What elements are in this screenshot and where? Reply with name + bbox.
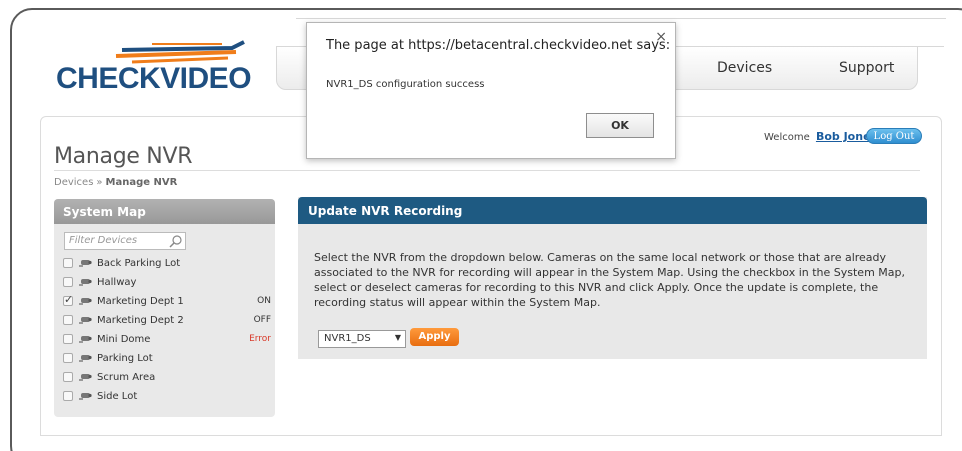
breadcrumb: Devices» Manage NVR bbox=[54, 177, 177, 188]
dialog-title: The page at https://betacentral.checkvid… bbox=[326, 38, 671, 53]
device-checkbox[interactable] bbox=[63, 353, 73, 363]
logo-check-text: CHECK bbox=[56, 62, 161, 95]
filter-devices-input[interactable]: Filter Devices bbox=[64, 232, 186, 250]
alert-dialog: The page at https://betacentral.checkvid… bbox=[306, 22, 676, 159]
nav-devices[interactable]: Devices bbox=[717, 60, 772, 76]
device-checkbox[interactable] bbox=[63, 293, 73, 306]
camera-icon bbox=[79, 355, 92, 362]
device-status: Error bbox=[249, 334, 271, 344]
logo-wordmark: CHECKVIDEO bbox=[56, 62, 252, 96]
nvr-select[interactable]: NVR1_DS ▼ bbox=[318, 330, 406, 348]
ok-button[interactable]: OK bbox=[586, 113, 654, 138]
nvr-select-value: NVR1_DS bbox=[324, 333, 371, 344]
device-name: Side Lot bbox=[97, 391, 138, 402]
device-checkbox[interactable] bbox=[63, 315, 73, 325]
update-nvr-title: Update NVR Recording bbox=[298, 197, 927, 224]
device-name: Marketing Dept 1 bbox=[97, 296, 184, 307]
device-name: Back Parking Lot bbox=[97, 258, 181, 269]
device-checkbox[interactable] bbox=[63, 391, 73, 401]
title-divider bbox=[54, 170, 920, 171]
update-nvr-description: Select the NVR from the dropdown below. … bbox=[314, 251, 905, 309]
device-name: Hallway bbox=[97, 277, 137, 288]
breadcrumb-current: Manage NVR bbox=[105, 177, 178, 188]
device-row[interactable]: Hallway bbox=[63, 275, 273, 294]
device-checkbox[interactable] bbox=[63, 372, 73, 382]
apply-button[interactable]: Apply bbox=[410, 328, 459, 346]
device-checkbox[interactable] bbox=[63, 258, 73, 268]
camera-icon bbox=[79, 317, 92, 324]
welcome-label: Welcome bbox=[764, 132, 810, 143]
system-map-panel: System Map Filter Devices Back Parking L… bbox=[54, 199, 275, 417]
filter-placeholder: Filter Devices bbox=[69, 235, 138, 246]
device-row[interactable]: Back Parking Lot bbox=[63, 256, 273, 275]
device-list: Back Parking Lot Hallway Marketing Dept 1 O… bbox=[63, 256, 273, 408]
camera-icon bbox=[79, 260, 92, 267]
device-row[interactable]: Marketing Dept 2 OFF bbox=[63, 313, 273, 332]
camera-icon bbox=[79, 279, 92, 286]
breadcrumb-separator: » bbox=[96, 177, 103, 188]
camera-icon bbox=[79, 298, 92, 305]
device-row[interactable]: Marketing Dept 1 ON bbox=[63, 293, 273, 313]
device-row[interactable]: Scrum Area bbox=[63, 370, 273, 389]
device-checkbox[interactable] bbox=[63, 334, 73, 344]
logout-button[interactable]: Log Out bbox=[866, 128, 922, 144]
checkvideo-logo[interactable]: CHECKVIDEO bbox=[52, 38, 262, 100]
welcome-message: Welcome Bob Jones bbox=[764, 130, 877, 143]
camera-icon bbox=[79, 393, 92, 400]
device-name: Marketing Dept 2 bbox=[97, 315, 184, 326]
camera-icon bbox=[79, 374, 92, 381]
device-name: Scrum Area bbox=[97, 372, 156, 383]
breadcrumb-devices-link[interactable]: Devices bbox=[54, 177, 93, 188]
device-status: OFF bbox=[253, 315, 271, 325]
device-row[interactable]: Side Lot bbox=[63, 389, 273, 408]
close-icon[interactable]: × bbox=[655, 29, 667, 45]
device-checkbox[interactable] bbox=[63, 277, 73, 287]
search-icon[interactable] bbox=[169, 234, 183, 248]
logo-video-text: VIDEO bbox=[160, 62, 252, 95]
device-row[interactable]: Mini Dome Error bbox=[63, 332, 273, 351]
device-row[interactable]: Parking Lot bbox=[63, 351, 273, 370]
header-divider bbox=[296, 18, 946, 19]
update-nvr-panel: Update NVR Recording Select the NVR from… bbox=[298, 197, 927, 359]
system-map-title: System Map bbox=[54, 199, 275, 224]
page-title: Manage NVR bbox=[54, 144, 193, 169]
nav-support[interactable]: Support bbox=[839, 60, 894, 76]
device-name: Mini Dome bbox=[97, 334, 151, 345]
dialog-message: NVR1_DS configuration success bbox=[326, 79, 485, 90]
device-status: ON bbox=[257, 296, 271, 306]
device-name: Parking Lot bbox=[97, 353, 153, 364]
dropdown-arrow-icon: ▼ bbox=[394, 333, 401, 342]
camera-icon bbox=[79, 336, 92, 343]
